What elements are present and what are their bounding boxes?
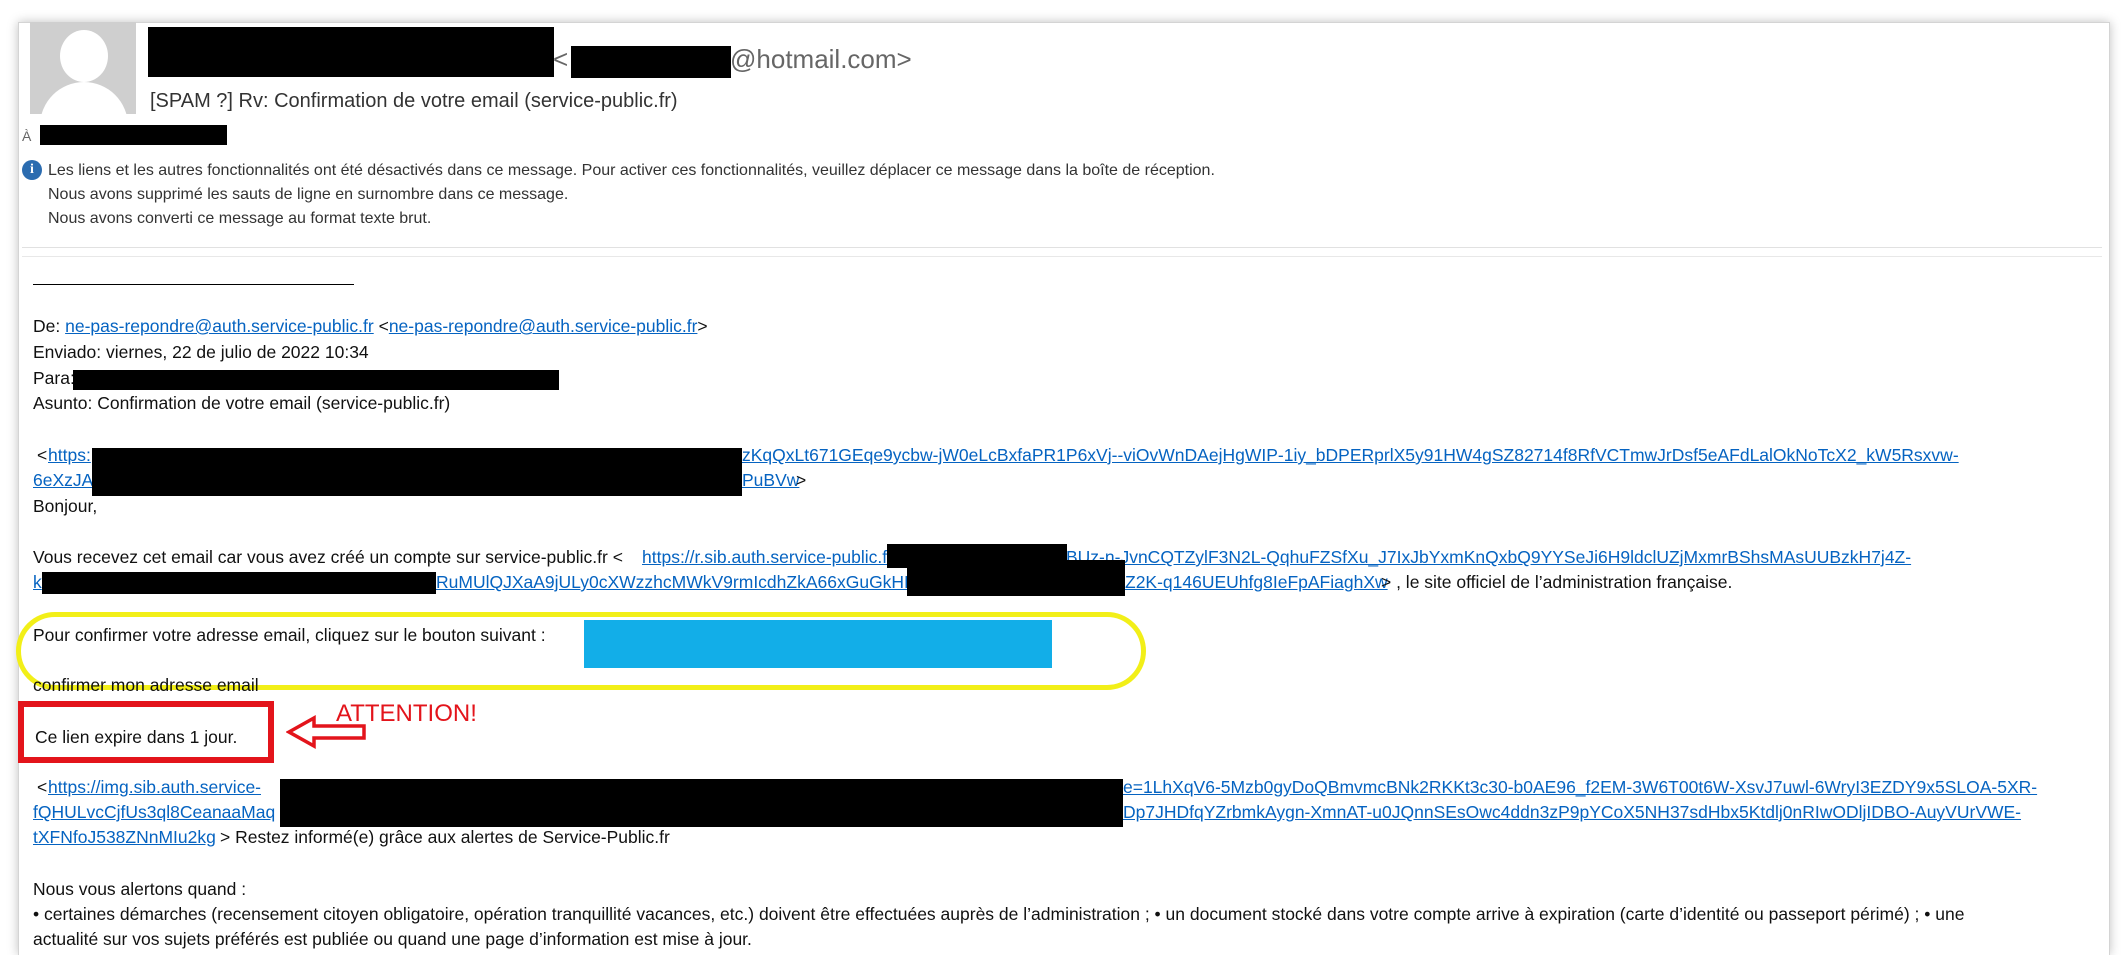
forward-rule — [33, 284, 354, 285]
alerts-bullets-line1: • certaines démarches (recensement citoy… — [33, 904, 1965, 924]
confirm-prompt: Pour confirmer votre adresse email, cliq… — [33, 625, 546, 645]
infobar-line-3: Nous avons converti ce message au format… — [48, 210, 432, 227]
redacted-sender-user — [571, 46, 731, 78]
to-label: À — [22, 128, 32, 144]
from-link-2[interactable]: ne-pas-repondre@auth.service-public.fr — [389, 316, 698, 336]
info-icon: i — [22, 160, 42, 180]
from-link[interactable]: ne-pas-repondre@auth.service-public.fr — [65, 316, 374, 336]
confirm-label: confirmer mon adresse email — [33, 675, 259, 695]
account-notice-tail: > , le site officiel de l’administration… — [1381, 572, 1733, 592]
greeting: Bonjour, — [33, 496, 98, 516]
link-2-wrap[interactable]: k — [33, 572, 42, 593]
redacted-sender-name — [148, 27, 554, 77]
email-subject: [SPAM ?] Rv: Confirmation de votre email… — [150, 90, 678, 112]
link-1-tail[interactable]: PuBVw — [742, 470, 799, 491]
header-separator — [22, 247, 2102, 248]
link-3-end[interactable]: e=1LhXqV6-5Mzb0gyDoQBmvmcBNk2RKKt3c30-b0… — [1123, 777, 2037, 798]
link-3-middle[interactable]: Dp7JHDfqYZrbmkAygn-XmnAT-u0JQnnSEsOwc4dd… — [1123, 802, 2021, 823]
from-label: De: — [33, 316, 66, 336]
alerts-tagline: > Restez informé(e) grâce aux alertes de… — [220, 827, 670, 847]
infobar-line-2: Nous avons supprimé les sauts de ligne e… — [48, 186, 569, 203]
alerts-intro: Nous vous alertons quand : — [33, 879, 247, 899]
confirm-email-button[interactable] — [584, 620, 1052, 668]
link-2-end[interactable]: BUz-n-JvnCQTZylF3N2L-QqhuFZSfXu_J7IxJbYx… — [1066, 547, 1911, 568]
sent-date: Enviado: viernes, 22 de julio de 2022 10… — [33, 342, 369, 362]
link-3-wrap[interactable]: fQHULvcCjfUs3ql8CeanaaMaq — [33, 802, 275, 823]
redacted-link-2b — [42, 572, 436, 594]
link-1-wrap[interactable]: 6eXzJAi — [33, 470, 97, 491]
redacted-recipient — [40, 125, 227, 145]
account-notice: Vous recevez cet email car vous avez cré… — [33, 547, 623, 567]
link-2-start[interactable]: https://r.sib.auth.service-public.f — [642, 547, 887, 568]
sender-email-open: < — [553, 44, 569, 74]
to-line-label: Para: — [33, 368, 75, 388]
redacted-para — [73, 370, 559, 390]
alerts-bullets-line2: actualité sur vos sujets préférés est pu… — [33, 929, 752, 949]
redacted-link-2c — [907, 560, 1125, 596]
header-separator-2 — [22, 256, 2102, 257]
redacted-link-1 — [92, 448, 742, 496]
link-2-middle[interactable]: RuMUlQJXaA9jULy0cXWzzhcMWkV9rmIcdhZkA66x… — [436, 572, 916, 593]
subject-line: Asunto: Confirmation de votre email (ser… — [33, 393, 451, 413]
redacted-link-3 — [280, 779, 1123, 827]
link-3-tail[interactable]: tXFNfoJ538ZNnMIu2kg — [33, 827, 216, 848]
link-1-start[interactable]: https: — [48, 445, 91, 466]
forward-from-line: De: ne-pas-repondre@auth.service-public.… — [33, 316, 708, 336]
infobar-line-1: Les liens et les autres fonctionnalités … — [48, 162, 1215, 179]
expiry-notice: Ce lien expire dans 1 jour. — [35, 727, 238, 747]
sender-email-domain: @hotmail.com> — [730, 44, 912, 74]
link-3-start[interactable]: https://img.sib.auth.service- — [48, 777, 261, 798]
sender-avatar — [30, 22, 136, 114]
attention-label: ATTENTION! — [336, 700, 477, 727]
link-1-end[interactable]: zKqQxLt671GEqe9ycbw-jW0eLcBxfaPR1P6xVj--… — [742, 445, 1959, 466]
link-2-tail[interactable]: Z2K-q146UEUhfg8IeFpAFiaghXw — [1125, 572, 1388, 593]
